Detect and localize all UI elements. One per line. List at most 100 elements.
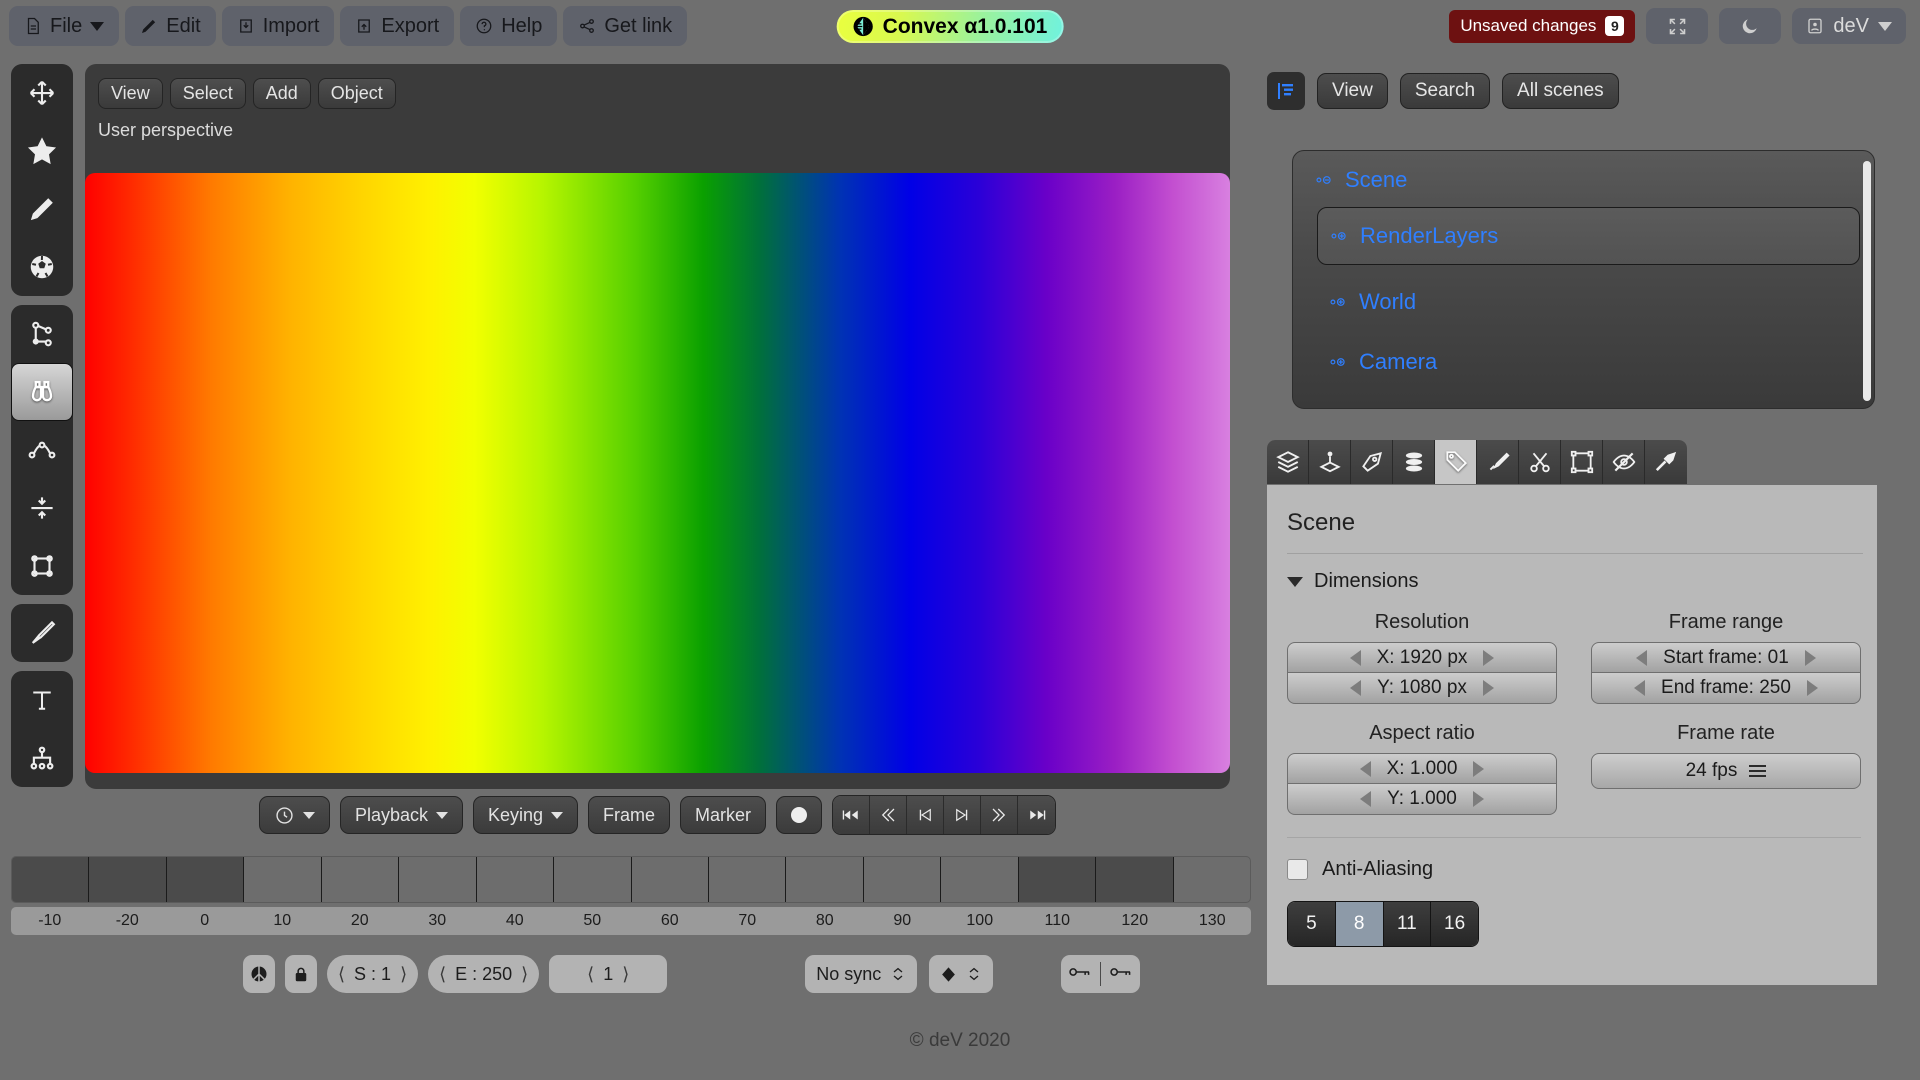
menu-import[interactable]: Import bbox=[221, 6, 335, 46]
tab-needle[interactable] bbox=[1477, 440, 1519, 484]
outliner-row-world[interactable]: World bbox=[1293, 287, 1874, 317]
ruler-cell[interactable] bbox=[399, 857, 477, 902]
menu-edit[interactable]: Edit bbox=[125, 6, 216, 46]
peace-toggle[interactable] bbox=[243, 955, 275, 993]
move-tool[interactable] bbox=[11, 64, 73, 122]
aspect-x-stepper[interactable]: X: 1.000 bbox=[1287, 753, 1557, 784]
frame-rate-select[interactable]: 24 fps bbox=[1591, 753, 1861, 789]
ruler-cell[interactable] bbox=[941, 857, 1019, 902]
ruler-cell[interactable] bbox=[166, 857, 245, 902]
menu-file[interactable]: File bbox=[9, 6, 120, 46]
tab-transform[interactable] bbox=[1561, 440, 1603, 484]
aa-sample-option[interactable]: 16 bbox=[1431, 902, 1478, 946]
rewind-button[interactable] bbox=[870, 796, 908, 834]
record-button[interactable] bbox=[776, 796, 823, 834]
pencil-tool[interactable] bbox=[11, 180, 73, 238]
jump-start-button[interactable] bbox=[833, 796, 871, 834]
ruler-cell[interactable] bbox=[632, 857, 709, 902]
jump-end-button[interactable] bbox=[1018, 796, 1056, 834]
current-frame-stepper[interactable]: ⟨ 1 ⟩ bbox=[549, 955, 668, 993]
collapse-tool[interactable] bbox=[11, 479, 73, 537]
prev-keyframe-button[interactable] bbox=[907, 796, 945, 834]
aa-sample-option[interactable]: 11 bbox=[1383, 902, 1432, 946]
start-frame-stepper[interactable]: ⟨ S : 1 ⟩ bbox=[327, 955, 419, 993]
timeline-ruler[interactable]: -10 -20 0 10 20 30 40 50 60 70 80 90 100 110 120 130 bbox=[11, 856, 1251, 935]
viewport-menu-object[interactable]: Object bbox=[317, 78, 396, 109]
menu-export[interactable]: Export bbox=[340, 6, 455, 46]
tab-visibility[interactable] bbox=[1603, 440, 1645, 484]
aa-sample-option[interactable]: 5 bbox=[1288, 902, 1336, 946]
anti-aliasing-row[interactable]: Anti-Aliasing bbox=[1267, 838, 1887, 881]
hierarchy-tool[interactable] bbox=[11, 729, 73, 787]
unsaved-changes-badge[interactable]: Unsaved changes 9 bbox=[1449, 9, 1636, 43]
ruler-track[interactable] bbox=[11, 856, 1251, 903]
ball-tool[interactable] bbox=[11, 238, 73, 296]
tab-pen[interactable] bbox=[1351, 440, 1393, 484]
outliner-scrollbar[interactable] bbox=[1863, 161, 1871, 401]
tab-scene[interactable] bbox=[1435, 440, 1477, 484]
timeline-clock-menu[interactable] bbox=[258, 796, 330, 834]
properties-scrollbar[interactable] bbox=[1877, 485, 1887, 985]
ruler-cell[interactable] bbox=[1018, 857, 1097, 902]
text-tool[interactable] bbox=[11, 671, 73, 729]
key-right-button[interactable] bbox=[1109, 964, 1133, 985]
tab-layers[interactable] bbox=[1267, 440, 1309, 484]
star-tool[interactable] bbox=[11, 122, 73, 180]
ruler-cell[interactable] bbox=[12, 857, 90, 902]
resolution-y-stepper[interactable]: Y: 1080 px bbox=[1287, 673, 1557, 704]
end-frame-stepper[interactable]: ⟨ E : 250 ⟩ bbox=[428, 955, 540, 993]
ruler-cell[interactable] bbox=[89, 857, 167, 902]
menu-get-link[interactable]: Get link bbox=[563, 6, 688, 46]
tab-tools[interactable] bbox=[1645, 440, 1687, 484]
brush-tool[interactable] bbox=[11, 604, 73, 662]
fullscreen-button[interactable] bbox=[1646, 8, 1709, 44]
viewport-menu-view[interactable]: View bbox=[98, 78, 163, 109]
bezier-tool[interactable] bbox=[11, 421, 73, 479]
outliner-menu-search[interactable]: Search bbox=[1399, 73, 1491, 109]
ruler-cell[interactable] bbox=[554, 857, 632, 902]
user-menu-button[interactable]: deV bbox=[1792, 8, 1906, 44]
ruler-cell[interactable] bbox=[1096, 857, 1174, 902]
key-left-button[interactable] bbox=[1068, 964, 1092, 985]
tab-joystick[interactable] bbox=[1309, 440, 1351, 484]
outliner-icon[interactable] bbox=[1267, 72, 1305, 110]
keying-menu[interactable]: Keying bbox=[472, 796, 579, 834]
keyframe-type-button[interactable] bbox=[929, 955, 994, 993]
end-frame-field[interactable]: End frame: 250 bbox=[1591, 673, 1861, 704]
viewport-menu-select[interactable]: Select bbox=[169, 78, 246, 109]
binoculars-tool[interactable] bbox=[11, 363, 73, 421]
ruler-cell[interactable] bbox=[786, 857, 864, 902]
lock-toggle[interactable] bbox=[285, 955, 317, 993]
node-tool[interactable] bbox=[11, 305, 73, 363]
outliner-menu-all-scenes[interactable]: All scenes bbox=[1502, 73, 1619, 109]
next-keyframe-button[interactable] bbox=[944, 796, 982, 834]
anti-aliasing-checkbox[interactable] bbox=[1287, 859, 1308, 880]
ruler-cell[interactable] bbox=[864, 857, 942, 902]
outliner-row-renderlayers[interactable]: RenderLayers bbox=[1317, 207, 1860, 265]
ruler-cell[interactable] bbox=[477, 857, 555, 902]
menu-help[interactable]: Help bbox=[460, 6, 558, 46]
ruler-cell[interactable] bbox=[709, 857, 787, 902]
sync-mode-button[interactable]: No sync bbox=[805, 955, 918, 993]
outliner-row-scene[interactable]: Scene bbox=[1293, 165, 1874, 195]
aa-sample-option[interactable]: 8 bbox=[1335, 902, 1384, 946]
aspect-y-stepper[interactable]: Y: 1.000 bbox=[1287, 784, 1557, 815]
marker-menu[interactable]: Marker bbox=[680, 796, 767, 834]
tab-data[interactable] bbox=[1393, 440, 1435, 484]
playback-menu[interactable]: Playback bbox=[339, 796, 463, 834]
bounds-tool[interactable] bbox=[11, 537, 73, 595]
ruler-cell[interactable] bbox=[322, 857, 400, 902]
ruler-cell[interactable] bbox=[1174, 857, 1250, 902]
viewport-canvas[interactable] bbox=[85, 173, 1230, 773]
outliner-menu-view[interactable]: View bbox=[1317, 73, 1388, 109]
viewport-menu-add[interactable]: Add bbox=[252, 78, 311, 109]
tab-scissors[interactable] bbox=[1519, 440, 1561, 484]
resolution-x-stepper[interactable]: X: 1920 px bbox=[1287, 642, 1557, 673]
dimensions-section-header[interactable]: Dimensions bbox=[1267, 554, 1887, 593]
theme-toggle-button[interactable] bbox=[1719, 8, 1782, 44]
outliner-row-camera[interactable]: Camera bbox=[1293, 347, 1874, 377]
ruler-cell[interactable] bbox=[244, 857, 322, 902]
start-frame-field[interactable]: Start frame: 01 bbox=[1591, 642, 1861, 673]
fast-forward-button[interactable] bbox=[981, 796, 1019, 834]
frame-menu[interactable]: Frame bbox=[588, 796, 671, 834]
